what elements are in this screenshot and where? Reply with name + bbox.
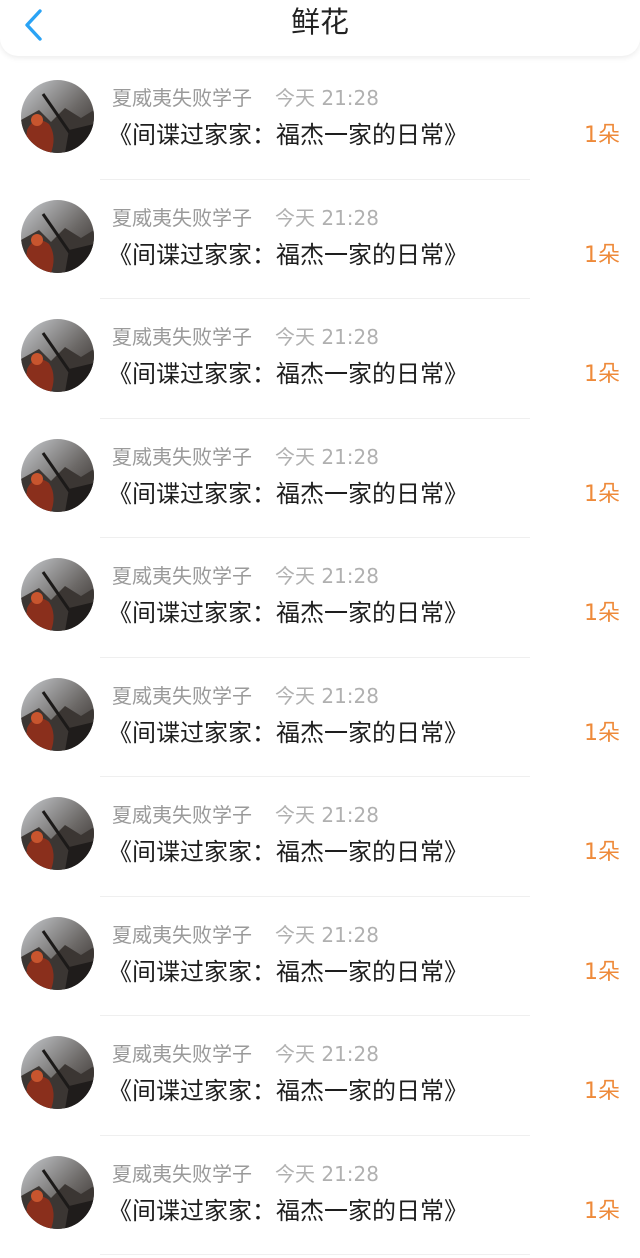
timestamp: 今天 21:28 [275, 803, 379, 827]
list-item[interactable]: 夏威夷失败学子 今天 21:28 《间谍过家家：福杰一家的日常》 1朵 [0, 897, 640, 1016]
flower-count: 1朵 [584, 1079, 620, 1104]
avatar[interactable] [21, 558, 94, 631]
flower-count: 1朵 [584, 840, 620, 865]
book-title[interactable]: 《间谍过家家：福杰一家的日常》 [108, 716, 468, 750]
list-item[interactable]: 夏威夷失败学子 今天 21:28 《间谍过家家：福杰一家的日常》 1朵 [0, 1016, 640, 1136]
book-title[interactable]: 《间谍过家家：福杰一家的日常》 [108, 596, 468, 630]
flower-count: 1朵 [584, 362, 620, 387]
avatar[interactable] [21, 916, 94, 990]
divider [100, 1254, 530, 1255]
timestamp: 今天 21:28 [275, 1161, 379, 1186]
user-name[interactable]: 夏威夷失败学子 [112, 323, 252, 351]
flower-record-list: 夏威夷失败学子 今天 21:28 《间谍过家家：福杰一家的日常》 1朵 夏威夷失… [0, 60, 640, 1255]
avatar[interactable] [21, 797, 94, 870]
user-name[interactable]: 夏威夷失败学子 [112, 921, 252, 949]
flower-count: 1朵 [584, 481, 620, 507]
timestamp: 今天 21:28 [275, 205, 379, 230]
user-name[interactable]: 夏威夷失败学子 [112, 1160, 252, 1188]
user-name[interactable]: 夏威夷失败学子 [112, 801, 252, 829]
timestamp: 今天 21:28 [275, 86, 379, 110]
avatar[interactable] [21, 677, 94, 751]
list-item[interactable]: 夏威夷失败学子 今天 21:28 《间谍过家家：福杰一家的日常》 1朵 [0, 1136, 640, 1255]
list-item[interactable]: 夏威夷失败学子 今天 21:28 《间谍过家家：福杰一家的日常》 1朵 [0, 299, 640, 419]
user-name[interactable]: 夏威夷失败学子 [112, 443, 252, 471]
timestamp: 今天 21:28 [275, 1042, 379, 1066]
timestamp: 今天 21:28 [275, 444, 379, 469]
list-item[interactable]: 夏威夷失败学子 今天 21:28 《间谍过家家：福杰一家的日常》 1朵 [0, 777, 640, 897]
user-name[interactable]: 夏威夷失败学子 [112, 84, 252, 112]
flower-count: 1朵 [584, 601, 620, 626]
list-item[interactable]: 夏威夷失败学子 今天 21:28 《间谍过家家：福杰一家的日常》 1朵 [0, 180, 640, 299]
book-title[interactable]: 《间谍过家家：福杰一家的日常》 [108, 238, 468, 272]
timestamp: 今天 21:28 [275, 922, 379, 947]
avatar[interactable] [21, 438, 94, 512]
flower-count: 1朵 [584, 720, 620, 746]
list-item[interactable]: 夏威夷失败学子 今天 21:28 《间谍过家家：福杰一家的日常》 1朵 [0, 419, 640, 538]
user-name[interactable]: 夏威夷失败学子 [112, 682, 252, 710]
list-item[interactable]: 夏威夷失败学子 今天 21:28 《间谍过家家：福杰一家的日常》 1朵 [0, 60, 640, 180]
page-title: 鲜花 [290, 5, 349, 39]
book-title[interactable]: 《间谍过家家：福杰一家的日常》 [108, 1074, 468, 1108]
user-name[interactable]: 夏威夷失败学子 [112, 204, 252, 232]
list-item[interactable]: 夏威夷失败学子 今天 21:28 《间谍过家家：福杰一家的日常》 1朵 [0, 658, 640, 777]
avatar[interactable] [21, 1036, 94, 1109]
user-name[interactable]: 夏威夷失败学子 [112, 562, 252, 590]
book-title[interactable]: 《间谍过家家：福杰一家的日常》 [108, 357, 468, 391]
book-title[interactable]: 《间谍过家家：福杰一家的日常》 [108, 955, 468, 989]
timestamp: 今天 21:28 [275, 564, 379, 588]
book-title[interactable]: 《间谍过家家：福杰一家的日常》 [108, 835, 468, 869]
flower-count: 1朵 [584, 1198, 620, 1224]
flower-count: 1朵 [584, 959, 620, 985]
timestamp: 今天 21:28 [275, 683, 379, 708]
top-bar: 鲜花 [0, 0, 640, 56]
timestamp: 今天 21:28 [275, 325, 379, 349]
user-name[interactable]: 夏威夷失败学子 [112, 1040, 252, 1068]
avatar[interactable] [21, 1155, 94, 1229]
list-item[interactable]: 夏威夷失败学子 今天 21:28 《间谍过家家：福杰一家的日常》 1朵 [0, 538, 640, 658]
book-title[interactable]: 《间谍过家家：福杰一家的日常》 [108, 1194, 468, 1228]
avatar[interactable] [21, 80, 94, 153]
avatar[interactable] [21, 199, 94, 273]
flower-count: 1朵 [584, 123, 620, 148]
book-title[interactable]: 《间谍过家家：福杰一家的日常》 [108, 477, 468, 511]
book-title[interactable]: 《间谍过家家：福杰一家的日常》 [108, 118, 468, 152]
flower-count: 1朵 [584, 242, 620, 268]
avatar[interactable] [21, 319, 94, 392]
